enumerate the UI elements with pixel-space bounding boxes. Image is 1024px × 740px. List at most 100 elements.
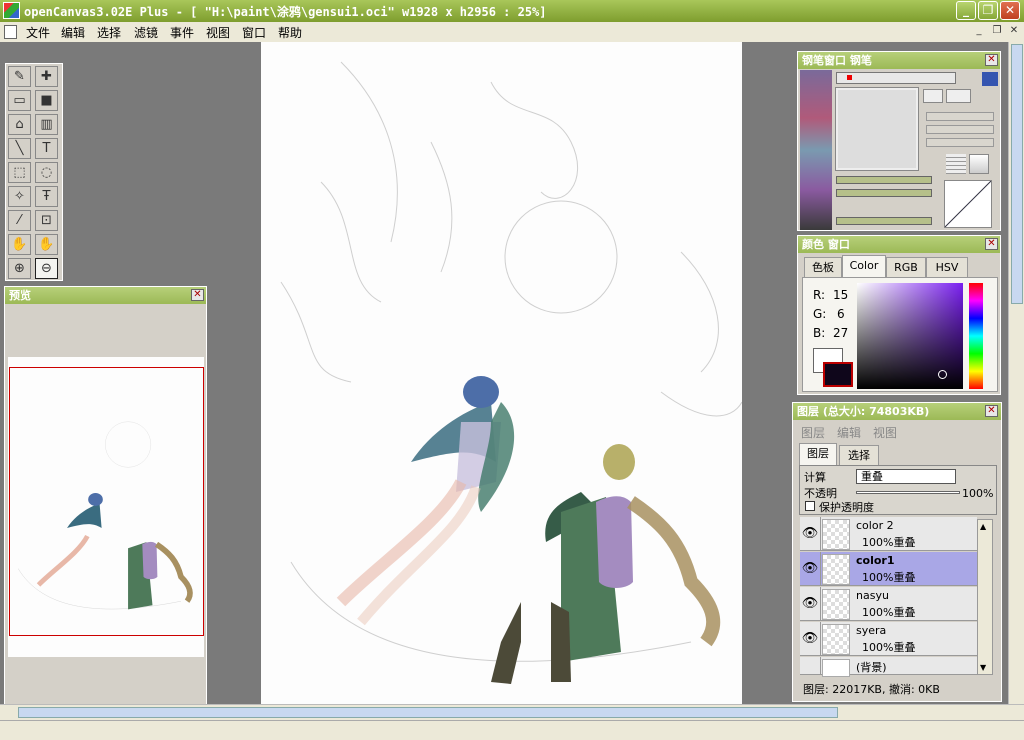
hand-tool[interactable]: ✋ bbox=[8, 234, 31, 255]
vertical-scroll-thumb[interactable] bbox=[1011, 44, 1023, 304]
fill-rect-icon: ■ bbox=[40, 93, 53, 108]
layer-row-background[interactable]: (背景) bbox=[800, 657, 977, 677]
color-panel-close-button[interactable]: ✕ bbox=[985, 238, 998, 250]
layer-scrollbar[interactable]: ▲ ▼ bbox=[977, 519, 993, 675]
pressure-curve-graph[interactable] bbox=[944, 180, 992, 228]
brush-opacity-slider[interactable] bbox=[836, 176, 932, 184]
minimize-button[interactable]: _ bbox=[956, 1, 976, 20]
crop-tool[interactable]: ⊡ bbox=[35, 210, 58, 231]
layer-mode: 100%重叠 bbox=[862, 606, 916, 619]
scroll-down-icon[interactable]: ▼ bbox=[980, 663, 986, 672]
blend-mode-select[interactable]: 重叠 bbox=[856, 469, 956, 484]
close-button[interactable]: ✕ bbox=[1000, 1, 1020, 20]
texture-button[interactable] bbox=[946, 154, 966, 174]
texture-toggle-button[interactable] bbox=[969, 154, 989, 174]
eye-icon[interactable]: 👁 bbox=[800, 587, 821, 620]
horizontal-scroll-thumb[interactable] bbox=[18, 707, 838, 718]
foreground-color-swatch[interactable] bbox=[823, 362, 853, 387]
scroll-up-icon[interactable]: ▲ bbox=[980, 522, 986, 531]
lasso-select-tool[interactable]: ◌ bbox=[35, 162, 58, 183]
tab-palette[interactable]: 色板 bbox=[804, 257, 842, 277]
layer-thumbnail bbox=[822, 624, 850, 655]
brush-type-strip[interactable] bbox=[800, 70, 832, 230]
tab-color[interactable]: Color bbox=[842, 255, 886, 277]
brush-size-tabs[interactable] bbox=[836, 72, 956, 84]
eye-icon[interactable]: 👁 bbox=[800, 517, 821, 550]
layer-panel-close-button[interactable]: ✕ bbox=[985, 405, 998, 417]
brush-density-slider[interactable] bbox=[836, 189, 932, 197]
brush-shape-dots[interactable] bbox=[946, 89, 971, 103]
save-brush-icon[interactable] bbox=[982, 72, 998, 86]
menu-view[interactable]: 视图 bbox=[206, 24, 230, 41]
preview-close-button[interactable]: ✕ bbox=[191, 289, 204, 301]
toolbox: ✎ ✚ ▭ ■ ⌂ ▥ ╲ T ⬚ ◌ ✧ Ŧ ⁄ ⊡ ✋ ✋ ⊕ ⊖ bbox=[5, 63, 63, 281]
rect-select-tool[interactable]: ⬚ bbox=[8, 162, 31, 183]
eye-icon[interactable]: 👁 bbox=[800, 622, 821, 655]
maximize-button[interactable]: ❐ bbox=[978, 1, 998, 20]
eye-icon[interactable]: 👁 bbox=[800, 552, 821, 585]
brush-blend-slider[interactable] bbox=[836, 217, 932, 225]
horizontal-scrollbar[interactable] bbox=[0, 704, 1024, 720]
color-picker-cursor[interactable] bbox=[938, 370, 947, 379]
layer-row[interactable]: 👁 nasyu 100%重叠 bbox=[800, 587, 977, 621]
menu-select[interactable]: 选择 bbox=[97, 24, 121, 41]
vertical-scrollbar[interactable] bbox=[1008, 42, 1024, 704]
eye-icon[interactable] bbox=[800, 657, 821, 675]
drawing-canvas[interactable] bbox=[261, 42, 742, 704]
preview-viewport-frame[interactable] bbox=[9, 367, 204, 636]
brush-param-slider-2[interactable] bbox=[926, 125, 994, 134]
color-saturation-value-picker[interactable] bbox=[857, 283, 963, 389]
text-select-tool[interactable]: Ŧ bbox=[35, 186, 58, 207]
layer-row[interactable]: 👁 syera 100%重叠 bbox=[800, 622, 977, 656]
layer-menu-edit[interactable]: 编辑 bbox=[837, 424, 861, 441]
magic-wand-tool[interactable]: ✧ bbox=[8, 186, 31, 207]
menu-window[interactable]: 窗口 bbox=[242, 24, 266, 41]
brush-panel-close-button[interactable]: ✕ bbox=[985, 54, 998, 66]
line-tool[interactable]: ╲ bbox=[8, 138, 31, 159]
title-bar: openCanvas3.02E Plus - [ "H:\paint\涂鸦\ge… bbox=[0, 0, 1024, 22]
tab-layers[interactable]: 图层 bbox=[799, 443, 837, 465]
layer-menu-view[interactable]: 视图 bbox=[873, 424, 897, 441]
brush-shape-round[interactable] bbox=[923, 89, 943, 103]
rectangle-tool[interactable]: ▭ bbox=[8, 90, 31, 111]
layer-thumbnail bbox=[822, 589, 850, 620]
menu-filter[interactable]: 滤镜 bbox=[134, 24, 158, 41]
layer-row[interactable]: 👁 color 2 100%重叠 bbox=[800, 517, 977, 551]
menu-event[interactable]: 事件 bbox=[170, 24, 194, 41]
layer-menu-layer[interactable]: 图层 bbox=[801, 424, 825, 441]
bucket-tool[interactable]: ⌂ bbox=[8, 114, 31, 135]
hue-slider[interactable] bbox=[969, 283, 983, 389]
color-panel-title: 颜色 窗口 bbox=[798, 236, 1000, 253]
pen-tool[interactable]: ✎ bbox=[8, 66, 31, 87]
tab-hsv[interactable]: HSV bbox=[926, 257, 968, 277]
brush-param-slider-3[interactable] bbox=[926, 138, 994, 147]
rotate-hand-tool[interactable]: ✋ bbox=[35, 234, 58, 255]
text-select-icon: Ŧ bbox=[42, 189, 51, 204]
mdi-restore-button[interactable]: ❐ bbox=[990, 25, 1004, 38]
rotate-hand-icon: ✋ bbox=[38, 237, 55, 252]
brush-param-slider-1[interactable] bbox=[926, 112, 994, 121]
eyedropper-tool[interactable]: ⁄ bbox=[8, 210, 31, 231]
menu-help[interactable]: 帮助 bbox=[278, 24, 302, 41]
mdi-minimize-button[interactable]: _ bbox=[972, 25, 986, 38]
protect-transparency-checkbox[interactable] bbox=[805, 501, 815, 511]
hand-icon: ✋ bbox=[11, 237, 28, 252]
r-value: 15 bbox=[833, 288, 849, 302]
opacity-slider[interactable] bbox=[856, 491, 960, 494]
zoom-out-tool[interactable]: ⊖ bbox=[35, 258, 58, 279]
fill-rect-tool[interactable]: ■ bbox=[35, 90, 58, 111]
tab-rgb[interactable]: RGB bbox=[886, 257, 926, 277]
tab-selection[interactable]: 选择 bbox=[839, 445, 879, 465]
r-label: R: bbox=[813, 288, 826, 302]
menu-edit[interactable]: 编辑 bbox=[61, 24, 85, 41]
layer-row-selected[interactable]: 👁 color1 100%重叠 bbox=[800, 552, 977, 586]
move-tool[interactable]: ✚ bbox=[35, 66, 58, 87]
mdi-close-button[interactable]: ✕ bbox=[1007, 25, 1021, 38]
zoom-in-icon: ⊕ bbox=[14, 261, 25, 276]
zoom-in-tool[interactable]: ⊕ bbox=[8, 258, 31, 279]
menu-file[interactable]: 文件 bbox=[26, 24, 50, 41]
gradient-tool[interactable]: ▥ bbox=[35, 114, 58, 135]
g-value: 6 bbox=[837, 307, 845, 321]
crop-icon: ⊡ bbox=[41, 213, 52, 228]
text-tool[interactable]: T bbox=[35, 138, 58, 159]
